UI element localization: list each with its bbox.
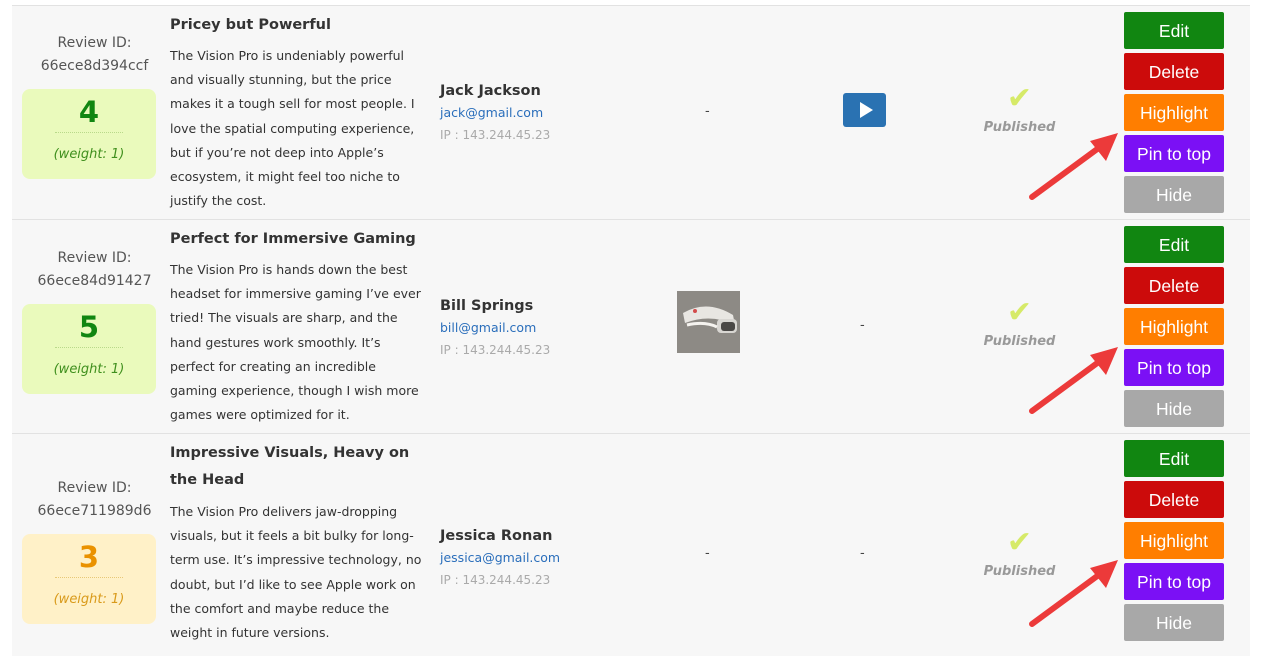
check-icon: ✔ [1006,295,1033,330]
highlight-button[interactable]: Highlight [1124,94,1224,131]
score-badge: 3 (weight: 1) [22,534,156,624]
reviewer-name: Jack Jackson [440,83,541,99]
review-id-value: 66ece711989d6 [37,503,152,519]
score-weight: (weight: 1) [53,147,125,162]
video-placeholder: - [860,318,865,333]
action-buttons: Edit Delete Highlight Pin to top Hide [1124,226,1224,431]
review-id: Review ID: 66ece84d91427 [22,247,167,293]
highlight-button[interactable]: Highlight [1124,522,1224,559]
review-body: The Vision Pro is hands down the best he… [170,262,421,423]
review-title: Pricey but Powerful [170,17,331,33]
review-id-value: 66ece8d394ccf [40,58,149,74]
hide-button[interactable]: Hide [1124,604,1224,641]
edit-button[interactable]: Edit [1124,440,1224,477]
score-badge: 4 (weight: 1) [22,89,156,179]
pin-to-top-button[interactable]: Pin to top [1124,349,1224,386]
action-buttons: Edit Delete Highlight Pin to top Hide [1124,440,1224,645]
score-value: 5 [78,310,100,344]
score-divider [55,132,123,133]
reviewer-info: Jack Jackson jack@gmail.com IP : 143.244… [440,80,640,146]
review-image-thumbnail[interactable] [677,291,740,353]
action-buttons: Edit Delete Highlight Pin to top Hide [1124,12,1224,217]
image-placeholder: - [705,104,710,119]
review-id: Review ID: 66ece8d394ccf [22,32,167,78]
score-value: 3 [78,540,100,574]
hide-button[interactable]: Hide [1124,176,1224,213]
arrow-annotation-icon [1029,347,1118,414]
score-divider [55,577,123,578]
review-body: The Vision Pro is undeniably powerful an… [170,48,415,209]
review-id: Review ID: 66ece711989d6 [22,477,167,523]
hide-button[interactable]: Hide [1124,390,1224,427]
reviewer-email[interactable]: jessica@gmail.com [440,547,640,569]
review-title: Impressive Visuals, Heavy on the Head [170,445,410,488]
delete-button[interactable]: Delete [1124,481,1224,518]
edit-button[interactable]: Edit [1124,12,1224,49]
score-weight: (weight: 1) [53,362,125,377]
reviewer-ip: IP : 143.244.45.23 [440,573,551,587]
arrow-annotation-icon [1029,133,1118,200]
reviewer-name: Bill Springs [440,298,534,314]
image-placeholder: - [705,546,710,561]
reviewer-email[interactable]: jack@gmail.com [440,102,640,124]
review-id-label: Review ID: [57,250,132,266]
reviewer-ip: IP : 143.244.45.23 [440,128,551,142]
check-icon: ✔ [1006,81,1033,116]
reviewer-info: Bill Springs bill@gmail.com IP : 143.244… [440,295,640,361]
edit-button[interactable]: Edit [1124,226,1224,263]
headset-image-icon [677,291,740,353]
video-placeholder: - [860,546,865,561]
delete-button[interactable]: Delete [1124,267,1224,304]
reviewer-info: Jessica Ronan jessica@gmail.com IP : 143… [440,525,640,591]
pin-to-top-button[interactable]: Pin to top [1124,135,1224,172]
score-badge: 5 (weight: 1) [22,304,156,394]
review-body: The Vision Pro delivers jaw-dropping vis… [170,504,422,641]
review-title: Perfect for Immersive Gaming [170,231,416,247]
delete-button[interactable]: Delete [1124,53,1224,90]
reviewer-name: Jessica Ronan [440,528,553,544]
review-id-label: Review ID: [57,35,132,51]
review-id-value: 66ece84d91427 [37,273,152,289]
reviewer-email[interactable]: bill@gmail.com [440,317,640,339]
score-divider [55,347,123,348]
play-icon [860,102,873,118]
highlight-button[interactable]: Highlight [1124,308,1224,345]
score-weight: (weight: 1) [53,592,125,607]
review-id-label: Review ID: [57,480,132,496]
play-video-button[interactable] [843,93,886,127]
arrow-annotation-icon [1029,560,1118,627]
pin-to-top-button[interactable]: Pin to top [1124,563,1224,600]
reviewer-ip: IP : 143.244.45.23 [440,343,551,357]
score-value: 4 [78,95,100,129]
